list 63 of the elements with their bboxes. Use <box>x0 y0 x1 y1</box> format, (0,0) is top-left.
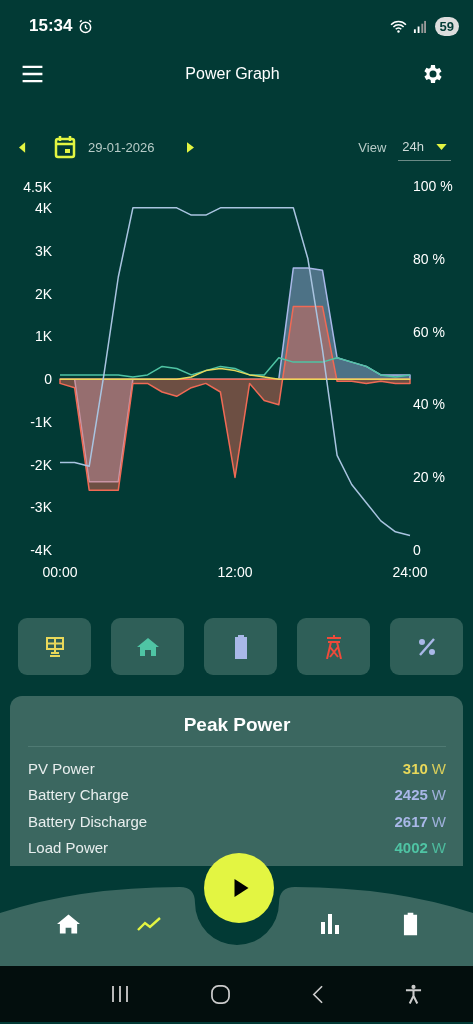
y-axis-label: 3K <box>34 243 52 260</box>
y-axis-label: 0 <box>44 371 52 388</box>
metric-value: 4002 <box>394 839 428 857</box>
y-axis-label: 4K <box>34 200 52 217</box>
y-axis-label: -3K <box>30 499 52 516</box>
y-axis-label: -2K <box>30 456 52 473</box>
next-day-icon[interactable] <box>186 141 194 153</box>
metric-label: Load Power <box>28 839 110 857</box>
y-axis-label: 4.5K <box>23 179 52 195</box>
unit-label: W <box>431 839 446 857</box>
y-axis-label: -1K <box>30 413 52 430</box>
metric-label: Battery Discharge <box>28 812 149 830</box>
page-title: Power Graph <box>185 65 280 83</box>
percent-filter-button[interactable] <box>390 618 463 675</box>
play-icon <box>234 879 249 897</box>
calendar-icon[interactable] <box>54 135 76 159</box>
house-filter-button[interactable] <box>111 618 184 675</box>
accessibility-icon[interactable] <box>405 984 422 1004</box>
percent-icon <box>416 636 437 657</box>
bar-chart-icon <box>320 914 341 934</box>
unit-label: W <box>431 786 446 804</box>
y-axis-label: 1K <box>34 328 52 345</box>
battery-filter-button[interactable] <box>204 618 277 675</box>
metric-label: PV Power <box>28 759 96 777</box>
solar-filter-button[interactable] <box>18 618 91 675</box>
alarm-icon <box>78 18 94 34</box>
y-axis-label: 0 <box>413 542 421 558</box>
y-axis-label: 60 % <box>413 323 445 340</box>
status-time: 15:34 <box>29 16 73 36</box>
metric-label: Battery Charge <box>28 786 130 804</box>
power-pylon-icon <box>323 634 344 659</box>
signal-icon <box>412 19 426 33</box>
metric-value: 310 <box>402 759 428 777</box>
solar-panel-icon <box>44 635 65 658</box>
battery-level: 59 <box>434 16 459 36</box>
y-axis-label: 80 % <box>413 250 445 267</box>
x-axis-label: 24:00 <box>392 564 428 580</box>
metric-value: 2425 <box>394 786 428 804</box>
menu-icon[interactable] <box>21 65 44 83</box>
unit-label: W <box>431 812 446 830</box>
back-icon[interactable] <box>312 984 323 1004</box>
wifi-icon <box>389 19 407 33</box>
house-icon <box>136 637 159 656</box>
y-axis-label: 2K <box>34 285 52 302</box>
x-axis-label: 00:00 <box>42 564 78 580</box>
previous-day-icon[interactable] <box>19 141 26 153</box>
home-button-icon[interactable] <box>211 984 230 1004</box>
dropdown-caret-icon <box>436 143 447 150</box>
date-label[interactable]: 29-01-2026 <box>88 139 155 155</box>
view-dropdown[interactable]: 24h <box>398 133 451 161</box>
y-axis-label: 20 % <box>413 469 445 486</box>
card-title: Peak Power <box>182 713 292 737</box>
battery-icon <box>233 634 248 659</box>
unit-label: W <box>431 759 446 777</box>
trend-line-icon <box>136 917 161 931</box>
y-axis-label: 100 % <box>413 178 453 194</box>
y-axis-label: 40 % <box>413 396 445 413</box>
view-label: View <box>358 139 387 155</box>
recent-apps-icon[interactable] <box>111 985 129 1003</box>
x-axis-label: 12:00 <box>217 564 253 580</box>
y-axis-label: -4K <box>30 542 52 558</box>
home-icon <box>56 914 80 934</box>
metric-value: 2617 <box>394 812 428 830</box>
